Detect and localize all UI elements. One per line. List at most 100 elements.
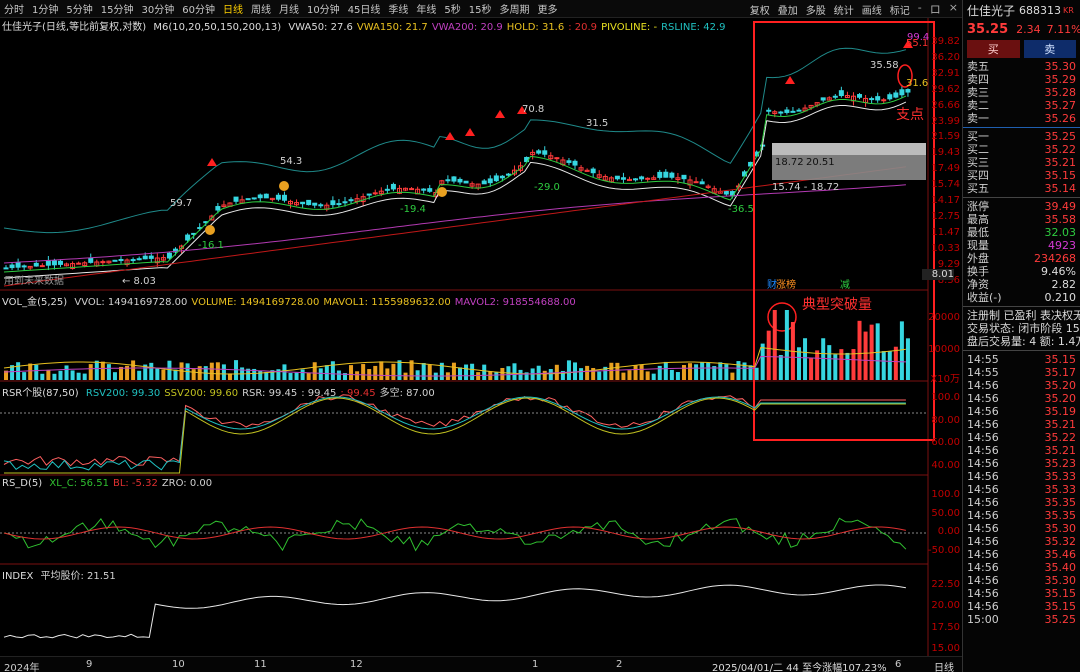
period-tab-15[interactable]: 多周期: [496, 1, 534, 16]
vwa200-line: [3, 184, 906, 264]
candle-body: [342, 201, 348, 204]
bid-row[interactable]: 买四 35.15: [963, 169, 1080, 182]
tick-row: 14:56 35.19: [963, 405, 1080, 418]
tick-list[interactable]: 14:55 35.15 14:55 35.17 14:56 35.20 14:56 35.20…: [963, 353, 1080, 626]
period-tab-4[interactable]: 30分钟: [137, 1, 178, 16]
stat-value: 35.58: [1044, 213, 1077, 226]
chart-canvas[interactable]: 59.7 54.3 -16.1 -19.4 70.8 31.5 -29.0 -36.5 35.5…: [0, 18, 962, 672]
sell-button[interactable]: 卖: [1023, 40, 1076, 58]
status-note: 盘后交易量: 4 额: 1.4万: [967, 335, 1080, 348]
volume-bar: [905, 338, 910, 380]
price-annotation: 59.7: [170, 198, 192, 209]
status-note: 注册制 已盈利 表决权无差: [967, 309, 1080, 322]
period-tab-7[interactable]: 周线: [247, 1, 275, 16]
candle-body: [3, 267, 9, 270]
period-tab-5[interactable]: 60分钟: [178, 1, 219, 16]
tool-button-2[interactable]: 多股: [802, 2, 830, 17]
period-tab-16[interactable]: 更多: [534, 1, 562, 16]
close-icon[interactable]: ×: [945, 1, 962, 17]
period-tab-1[interactable]: 1分钟: [28, 1, 62, 16]
ask-row[interactable]: 卖四 35.29: [963, 73, 1080, 86]
candle-body: [245, 198, 251, 201]
volume-bar: [421, 362, 426, 380]
tool-button-1[interactable]: 叠加: [774, 2, 802, 17]
period-tab-13[interactable]: 5秒: [440, 1, 464, 16]
period-tab-10[interactable]: 45日线: [344, 1, 385, 16]
ask-row[interactable]: 卖五 35.30: [963, 60, 1080, 73]
tick-time: 14:56: [967, 522, 999, 535]
stat-row: 收益(-) 0.210: [963, 291, 1080, 304]
tick-time: 14:56: [967, 431, 999, 444]
tick-row: 14:56 35.33: [963, 470, 1080, 483]
candle-body: [21, 265, 27, 268]
ask-row[interactable]: 卖二 35.27: [963, 99, 1080, 112]
candle-body: [566, 160, 572, 163]
period-tab-0[interactable]: 分时: [0, 1, 28, 16]
candle-body: [348, 199, 354, 202]
volume-bar: [730, 372, 735, 380]
ask-row[interactable]: 卖一 35.26: [963, 112, 1080, 125]
volume-bar: [803, 338, 808, 380]
tool-button-0[interactable]: 复权: [746, 2, 774, 17]
bid-row[interactable]: 买二 35.22: [963, 143, 1080, 156]
tool-button-5[interactable]: 标记: [886, 2, 914, 17]
tick-row: 14:55 35.15: [963, 353, 1080, 366]
buy-button[interactable]: 买: [967, 40, 1020, 58]
bid-row[interactable]: 买五 35.14: [963, 182, 1080, 195]
tick-time: 14:56: [967, 457, 999, 470]
signal-triangle: [445, 132, 455, 140]
y-axis-label: 15.00: [931, 643, 960, 654]
volume-bar: [657, 365, 662, 380]
period-tab-12[interactable]: 年线: [412, 1, 440, 16]
period-tab-3[interactable]: 15分钟: [97, 1, 138, 16]
candle-body: [487, 178, 493, 184]
ma-label: M6(10,20,50,150,200,13): [153, 22, 282, 33]
volume-bar: [482, 364, 487, 380]
stats-divider: [963, 197, 1080, 198]
volume-bar: [476, 372, 481, 380]
volume-bar: [397, 360, 402, 380]
tool-button-4[interactable]: 画线: [858, 2, 886, 17]
tick-price: 35.40: [1044, 561, 1077, 574]
candle-body: [142, 255, 148, 260]
tick-row: 14:56 35.30: [963, 522, 1080, 535]
candle-body: [390, 183, 396, 190]
volume-bar: [857, 320, 862, 380]
candle-body: [421, 188, 427, 191]
ask-row[interactable]: 卖三 35.28: [963, 86, 1080, 99]
bid-row[interactable]: 买三 35.21: [963, 156, 1080, 169]
candle-body: [663, 171, 669, 178]
y-axis-label: 0.00: [937, 526, 960, 537]
bid-row[interactable]: 买一 35.25: [963, 130, 1080, 143]
period-tab-6[interactable]: 日线: [219, 1, 247, 16]
date-label: 10: [172, 659, 185, 670]
tick-price: 35.33: [1044, 470, 1077, 483]
tick-price: 35.17: [1044, 366, 1077, 379]
bid-price: 35.25: [1044, 130, 1077, 143]
period-tab-11[interactable]: 季线: [384, 1, 412, 16]
restore-icon[interactable]: ロ: [926, 1, 945, 17]
candle-body: [796, 109, 802, 112]
tick-price: 35.22: [1044, 431, 1077, 444]
volume-bar: [718, 362, 723, 380]
candle-body: [505, 173, 511, 176]
stat-row: 最低 32.03: [963, 226, 1080, 239]
indicator-value: VWA200: 20.9: [431, 22, 503, 33]
period-tab-9[interactable]: 10分钟: [303, 1, 344, 16]
volume-bar: [288, 373, 293, 380]
tick-row: 14:56 35.30: [963, 574, 1080, 587]
chart-area[interactable]: 59.7 54.3 -16.1 -19.4 70.8 31.5 -29.0 -36.5 35.5…: [0, 18, 962, 672]
status-note: 交易状态: 闭市阶段 15:30: [967, 322, 1080, 335]
tool-button-3[interactable]: 统计: [830, 2, 858, 17]
tick-row: 14:56 35.22: [963, 431, 1080, 444]
period-tab-14[interactable]: 15秒: [465, 1, 496, 16]
volume-bar: [633, 365, 638, 380]
period-tab-8[interactable]: 月线: [275, 1, 303, 16]
period-tab-2[interactable]: 5分钟: [62, 1, 96, 16]
minimize-icon[interactable]: -: [914, 1, 926, 17]
signal-triangle: [207, 158, 217, 166]
stat-row: 涨停 39.49: [963, 200, 1080, 213]
y-axis-label: 100.0: [931, 489, 960, 500]
candle-body: [657, 171, 663, 178]
volume-bar: [821, 338, 826, 380]
